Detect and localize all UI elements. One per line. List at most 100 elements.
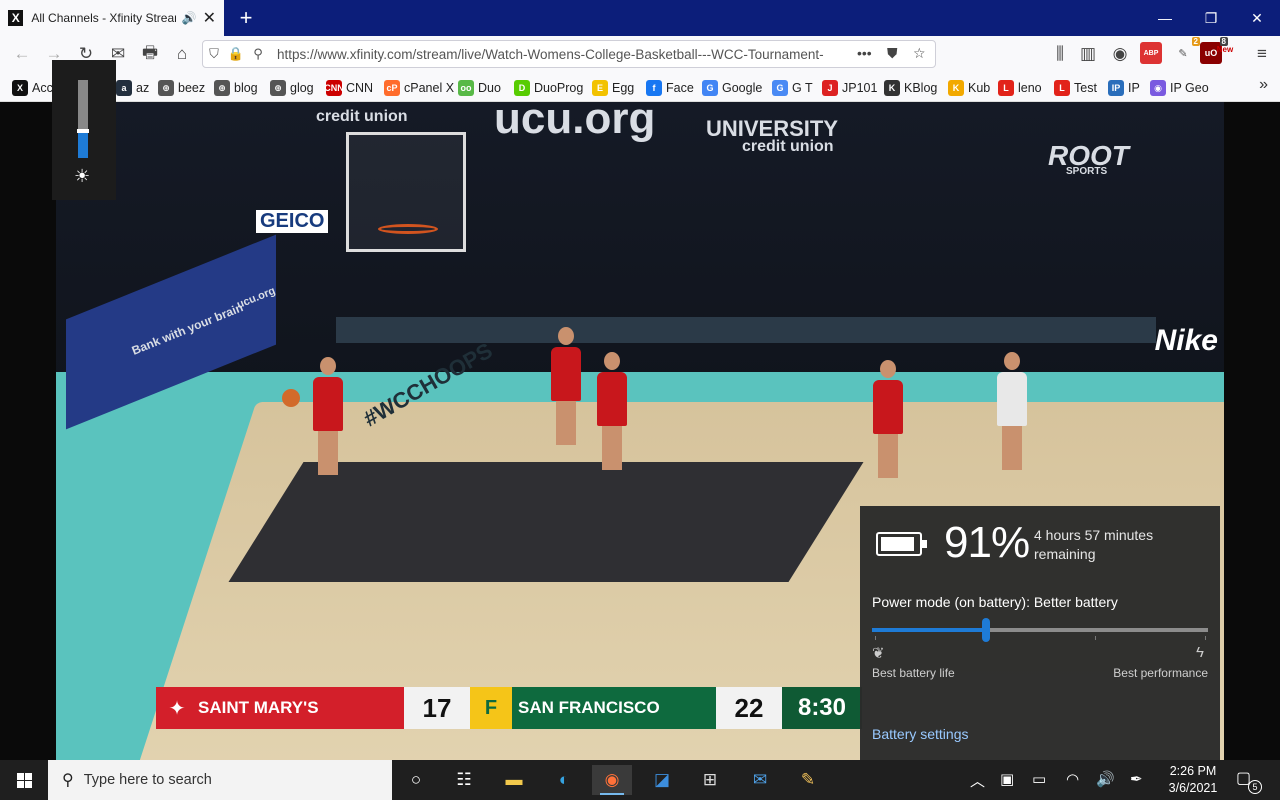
sidebar-icon[interactable]: ▥ [1074,40,1102,68]
bookmark-favicon-icon: f [646,80,662,96]
brightness-sun-icon: ☀ [74,166,91,186]
bookmark-item[interactable]: J JP101 [822,79,877,97]
bookmark-label: Egg [612,81,635,95]
backboard [346,132,466,252]
speaker-icon[interactable]: 🔊 [182,11,197,25]
bookmark-item[interactable]: ⊕ glog [270,79,314,97]
pocket-icon[interactable]: ⛊ [887,45,898,62]
extension-icon[interactable]: ✎ 2 [1172,37,1200,64]
bookmark-item[interactable]: L Test [1054,79,1097,97]
restore-button[interactable]: ❐ [1188,0,1234,36]
battery-remaining: 4 hours 57 minutes remaining [1034,527,1154,562]
bookmark-star-icon[interactable]: ☆ [913,45,926,62]
cortana-icon[interactable]: ○ [396,765,436,795]
close-window-button[interactable]: ✕ [1234,0,1280,36]
menu-button[interactable]: ≡ [1248,40,1276,68]
bookmark-item[interactable]: IP IP [1108,79,1140,97]
bookmark-item[interactable]: E Egg [592,79,634,97]
wifi-icon[interactable]: ◠ [1066,770,1079,788]
brightness-thumb[interactable] [77,129,89,133]
mail-icon[interactable]: ✉ [740,765,780,795]
best-battery-label: Best battery life [872,666,955,680]
url-text[interactable]: https://www.xfinity.com/stream/live/Watc… [277,47,857,62]
bookmark-item[interactable]: K Kub [948,79,990,97]
windows-logo-icon [16,772,32,788]
tab-title: All Channels - Xfinity Stream [31,11,176,25]
bookmark-favicon-icon: K [884,80,900,96]
bookmark-label: KBlog [904,81,938,95]
taskbar-search-box[interactable]: ⚲ Type here to search [48,760,392,800]
bookmark-item[interactable]: D DuoProg [514,79,583,97]
power-mode-slider[interactable] [872,618,1208,642]
bookmark-label: IP Geo [1170,81,1209,95]
player [596,352,628,472]
bookmark-item[interactable]: CNN CNN [324,79,374,97]
battery-tray-icon[interactable]: ▭ [1032,770,1046,788]
bookmark-item[interactable]: oo Duo [458,79,501,97]
brightness-slider[interactable] [77,80,89,158]
pen-icon[interactable]: ✒ [1130,770,1143,788]
adblock-plus-icon[interactable]: ABP [1140,42,1162,64]
account-icon[interactable]: ◉ [1106,40,1134,68]
bookmark-item[interactable]: cP cPanel X [384,79,454,97]
address-bar[interactable]: ⛉ 🔒 ⚲ https://www.xfinity.com/stream/liv… [202,40,936,68]
edge-icon[interactable]: ◐ [544,765,584,795]
outlook-icon[interactable]: ◪ [642,765,682,795]
wall-ad-text: ucu.org [494,102,656,143]
taskbar-clock[interactable]: 2:26 PM 3/6/2021 [1160,763,1226,797]
bookmark-label: CNN [346,81,374,95]
paint-icon[interactable]: ✎ [788,765,828,795]
active-indicator [600,793,624,795]
bookmark-item[interactable]: ⊕ beez [158,79,205,97]
permissions-icon[interactable]: ⚲ [247,46,269,62]
bookmarks-overflow-button[interactable]: » [1259,76,1268,94]
chevron-up-icon[interactable]: ︿ [970,770,985,791]
bookmark-item[interactable]: ◉ IP Geo [1150,79,1209,97]
power-mode-thumb[interactable] [982,618,990,642]
bookmark-item[interactable]: K KBlog [884,79,937,97]
san-francisco-logo-icon: F [470,687,512,729]
player [550,327,582,447]
bookmark-item[interactable]: X Acc [12,79,53,97]
best-performance-label: Best performance [1113,666,1208,680]
task-view-icon[interactable]: ☷ [444,765,484,795]
home-button[interactable]: ⌂ [168,40,196,68]
volume-icon[interactable]: 🔊 [1096,770,1115,788]
lock-icon[interactable]: 🔒 [225,46,247,62]
bookmark-item[interactable]: a az [116,79,149,97]
shield-icon[interactable]: ⛉ [203,46,225,62]
firefox-icon[interactable]: ◉ [592,765,632,795]
bookmark-item[interactable]: f Face [646,79,694,97]
new-tab-button[interactable]: + [232,4,260,32]
new-extension-icon[interactable]: New [1212,38,1238,60]
battery-settings-link[interactable]: Battery settings [872,726,969,742]
bookmark-item[interactable]: Lleno [998,79,1042,97]
page-actions-menu[interactable]: ••• [857,45,872,61]
battery-flyout: 91% 4 hours 57 minutes remaining Power m… [860,506,1220,760]
library-icon[interactable]: ⫼ [1046,40,1074,68]
bookmark-item[interactable]: G Google [702,79,762,97]
notification-center-icon[interactable]: ▢ 5 [1236,768,1262,794]
back-button[interactable]: ← [8,40,36,68]
wall-ad-text: SPORTS [1066,166,1108,177]
minimize-button[interactable]: — [1142,0,1188,36]
browser-tab[interactable]: X All Channels - Xfinity Stream 🔊 ✕ [0,0,224,36]
close-tab-icon[interactable]: ✕ [203,8,216,28]
bookmark-favicon-icon: ⊕ [270,80,286,96]
bookmark-favicon-icon: E [592,80,608,96]
store-icon[interactable]: ⊞ [690,765,730,795]
bookmark-label: DuoProg [534,81,584,95]
bookmark-favicon-icon: X [12,80,28,96]
print-button[interactable]: 🖶 [136,40,164,68]
abp-label: ABP [1143,49,1159,57]
bookmark-item[interactable]: ⊕ blog [214,79,258,97]
taskbar: ⚲ Type here to search ○ ☷ ▬ ◐ ◉ ◪ ⊞ ✉ ✎ … [0,760,1280,800]
meet-now-icon[interactable]: ▣ [1000,770,1014,788]
bookmark-item[interactable]: GG T [772,79,813,97]
file-explorer-icon[interactable]: ▬ [494,765,534,795]
start-button[interactable] [0,760,48,800]
nike-ad: Nike [1154,324,1218,357]
bookmark-favicon-icon: D [514,80,530,96]
power-mode-label: Power mode (on battery): Better battery [872,594,1118,610]
notification-count: 5 [1248,780,1262,794]
